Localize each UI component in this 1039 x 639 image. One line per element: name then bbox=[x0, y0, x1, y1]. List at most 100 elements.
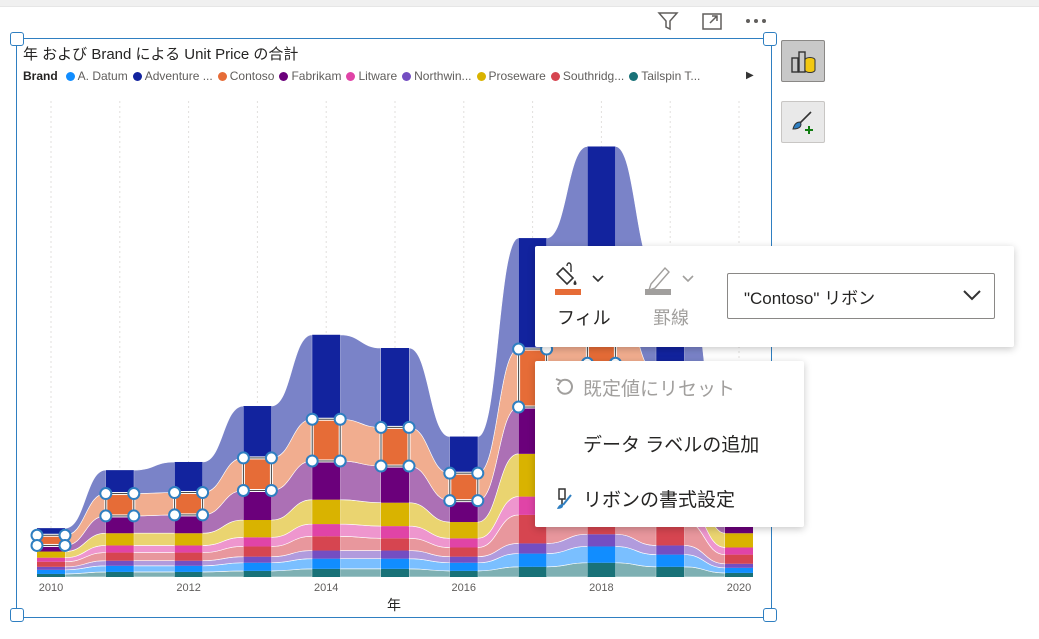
ribbon-column-segment[interactable] bbox=[381, 538, 409, 551]
ribbon-column-segment[interactable] bbox=[105, 533, 134, 546]
ribbon-column-segment[interactable] bbox=[518, 543, 547, 554]
ribbon-column-segment[interactable] bbox=[105, 552, 134, 561]
ribbon-column-segment[interactable] bbox=[725, 567, 753, 573]
ribbon-column-segment[interactable] bbox=[174, 533, 203, 546]
selection-handle[interactable] bbox=[30, 538, 44, 552]
selection-handle[interactable] bbox=[305, 412, 319, 426]
ribbon-column-segment[interactable] bbox=[243, 406, 272, 458]
ribbon-column-segment[interactable] bbox=[174, 552, 203, 561]
ribbon-column-segment[interactable] bbox=[312, 499, 341, 525]
ribbon-select-dropdown[interactable]: "Contoso" リボン bbox=[727, 273, 995, 319]
ribbon-segment[interactable] bbox=[339, 550, 382, 559]
ribbon-column-segment[interactable] bbox=[587, 546, 616, 563]
fill-button[interactable] bbox=[553, 260, 617, 305]
ribbon-column-segment[interactable] bbox=[243, 556, 272, 563]
ribbon-column-segment[interactable] bbox=[312, 568, 341, 577]
ribbon-column-segment[interactable] bbox=[174, 571, 203, 577]
ribbon-column-segment[interactable] bbox=[656, 545, 685, 555]
ribbon-column-segment[interactable] bbox=[105, 560, 134, 566]
ribbon-column-segment[interactable] bbox=[381, 427, 409, 467]
ribbon-column-segment[interactable] bbox=[725, 563, 753, 568]
selection-handle[interactable] bbox=[333, 454, 347, 468]
menu-item-add-data-labels[interactable]: データ ラベルの追加 bbox=[535, 423, 804, 463]
selection-handle[interactable] bbox=[127, 487, 141, 501]
more-options-icon[interactable] bbox=[742, 8, 770, 34]
ribbon-column-segment[interactable] bbox=[243, 546, 272, 557]
selection-handle[interactable] bbox=[168, 508, 182, 522]
ribbon-segment[interactable] bbox=[339, 334, 382, 428]
selection-handle[interactable] bbox=[99, 509, 113, 523]
ribbon-column-segment[interactable] bbox=[381, 348, 409, 428]
ribbon-column-segment[interactable] bbox=[243, 537, 272, 547]
focus-mode-icon[interactable] bbox=[698, 8, 726, 34]
ribbon-column-segment[interactable] bbox=[587, 562, 616, 577]
ribbon-column-segment[interactable] bbox=[105, 571, 134, 577]
ribbon-column-segment[interactable] bbox=[243, 520, 272, 538]
ribbon-column-segment[interactable] bbox=[725, 547, 753, 555]
ribbon-column-segment[interactable] bbox=[312, 550, 341, 559]
selection-handle[interactable] bbox=[471, 494, 485, 508]
selection-handle[interactable] bbox=[236, 483, 250, 497]
ribbon-column-segment[interactable] bbox=[37, 551, 65, 558]
selection-handle[interactable] bbox=[512, 342, 526, 356]
selection-handle[interactable] bbox=[127, 509, 141, 523]
build-visual-button[interactable] bbox=[781, 40, 825, 82]
ribbon-column-segment[interactable] bbox=[243, 562, 272, 571]
ribbon-segment[interactable] bbox=[133, 532, 175, 546]
selection-handle[interactable] bbox=[374, 459, 388, 473]
resize-handle-bottom-right[interactable] bbox=[763, 608, 777, 622]
selection-handle[interactable] bbox=[236, 451, 250, 465]
ribbon-column-segment[interactable] bbox=[518, 566, 547, 577]
ribbon-segment[interactable] bbox=[133, 552, 175, 562]
ribbon-column-segment[interactable] bbox=[518, 553, 547, 567]
ribbon-column-segment[interactable] bbox=[105, 545, 134, 553]
selection-handle[interactable] bbox=[168, 486, 182, 500]
selection-handle[interactable] bbox=[264, 483, 278, 497]
selection-handle[interactable] bbox=[402, 420, 416, 434]
ribbon-segment[interactable] bbox=[133, 560, 175, 567]
ribbon-segment[interactable] bbox=[339, 568, 382, 578]
ribbon-column-segment[interactable] bbox=[381, 526, 409, 539]
selection-handle[interactable] bbox=[58, 538, 72, 552]
filter-icon[interactable] bbox=[654, 8, 682, 34]
ribbon-column-segment[interactable] bbox=[37, 573, 65, 577]
ribbon-column-segment[interactable] bbox=[449, 556, 478, 563]
selection-handle[interactable] bbox=[99, 487, 113, 501]
ribbon-column-segment[interactable] bbox=[37, 566, 65, 570]
ribbon-column-segment[interactable] bbox=[449, 547, 478, 557]
selection-handle[interactable] bbox=[512, 400, 526, 414]
ribbon-column-segment[interactable] bbox=[449, 570, 478, 577]
ribbon-segment[interactable] bbox=[339, 499, 382, 527]
ribbon-column-segment[interactable] bbox=[449, 522, 478, 539]
ribbon-column-segment[interactable] bbox=[449, 562, 478, 571]
selection-handle[interactable] bbox=[196, 508, 210, 522]
ribbon-column-segment[interactable] bbox=[37, 557, 65, 562]
format-visual-button[interactable] bbox=[781, 101, 825, 143]
resize-handle-top-right[interactable] bbox=[763, 32, 777, 46]
menu-item-format-ribbon[interactable]: リボンの書式設定 bbox=[535, 478, 804, 518]
selection-handle[interactable] bbox=[264, 451, 278, 465]
ribbon-column-segment[interactable] bbox=[381, 568, 409, 577]
ribbon-column-segment[interactable] bbox=[37, 561, 65, 567]
ribbon-segment[interactable] bbox=[133, 461, 175, 494]
ribbon-column-segment[interactable] bbox=[312, 524, 341, 537]
ribbon-segment[interactable] bbox=[339, 558, 382, 570]
ribbon-column-segment[interactable] bbox=[449, 436, 478, 474]
ribbon-column-segment[interactable] bbox=[105, 565, 134, 572]
ribbon-column-segment[interactable] bbox=[312, 536, 341, 551]
ribbon-column-segment[interactable] bbox=[656, 566, 685, 577]
ribbon-column-segment[interactable] bbox=[381, 466, 409, 503]
ribbon-column-segment[interactable] bbox=[656, 554, 685, 567]
selection-handle[interactable] bbox=[305, 454, 319, 468]
selection-handle[interactable] bbox=[471, 466, 485, 480]
selection-handle[interactable] bbox=[196, 486, 210, 500]
ribbon-column-segment[interactable] bbox=[725, 533, 753, 548]
border-button[interactable] bbox=[643, 260, 699, 305]
ribbon-column-segment[interactable] bbox=[381, 502, 409, 527]
selection-handle[interactable] bbox=[402, 459, 416, 473]
ribbon-column-segment[interactable] bbox=[37, 569, 65, 574]
ribbon-column-segment[interactable] bbox=[174, 565, 203, 572]
ribbon-column-segment[interactable] bbox=[381, 558, 409, 569]
ribbon-column-segment[interactable] bbox=[381, 550, 409, 559]
ribbon-column-segment[interactable] bbox=[243, 570, 272, 577]
